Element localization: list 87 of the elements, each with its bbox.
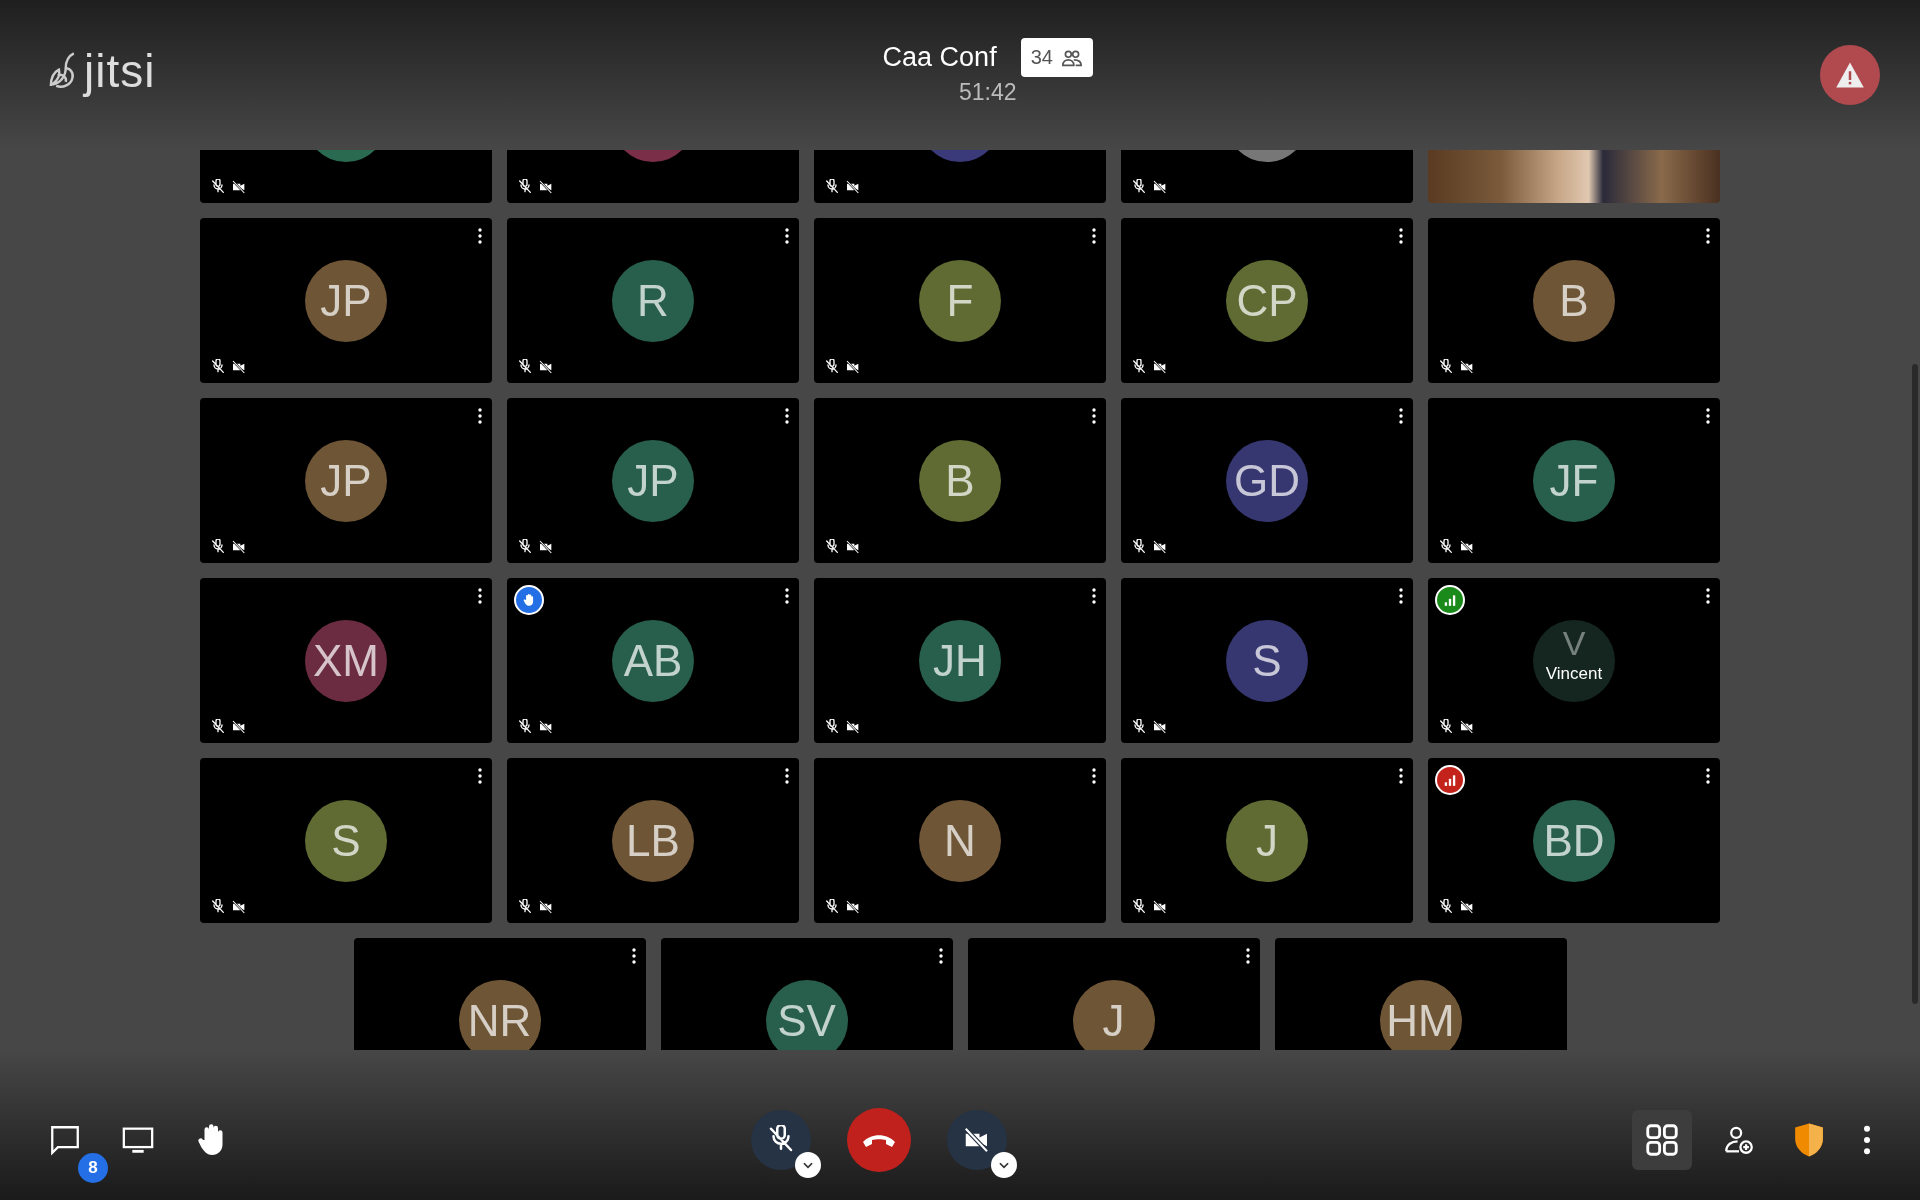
audio-options-button[interactable] [795,1152,821,1178]
participant-tile[interactable]: V Vincent [1428,578,1720,743]
avatar-initials: J [1256,818,1278,863]
video-options-button[interactable] [991,1152,1017,1178]
warning-button[interactable] [1820,45,1880,105]
avatar-initials: N [944,818,976,863]
participant-tile[interactable]: XM [200,578,492,743]
participant-tile[interactable]: HM [1274,938,1567,1050]
more-options-button[interactable] [1245,948,1250,964]
unread-count: 8 [78,1153,108,1183]
more-options-button[interactable] [1706,228,1710,244]
participant-tile[interactable]: BD [1428,758,1720,923]
warning-icon [1835,61,1865,89]
grid-icon [1643,1121,1681,1159]
participant-tile[interactable]: NR [353,938,646,1050]
avatar-initials: B [1559,278,1589,323]
more-options-button[interactable] [785,228,789,244]
avatar-initials: GD [1234,458,1300,503]
meeting-timer: 51:42 [958,79,1017,106]
participant-tile[interactable]: J [967,938,1260,1050]
avatar-initials: JH [933,638,987,683]
avatar-initials: R [637,278,669,323]
participant-tile[interactable]: CP [1121,218,1413,383]
participant-count[interactable]: 34 [1020,38,1093,77]
avatar-initials: AB [623,638,683,683]
more-options-button[interactable] [1092,408,1096,424]
more-options-button[interactable] [631,948,636,964]
more-options-button[interactable] [1399,408,1403,424]
more-options-button[interactable] [1706,768,1710,784]
participant-tile[interactable]: AB [507,578,799,743]
more-options-button[interactable] [478,588,482,604]
participant-tile[interactable]: J [1121,758,1413,923]
more-options-button[interactable] [938,948,943,964]
shield-icon [1792,1122,1826,1158]
avatar-initials: HM [1386,998,1455,1043]
participant-tile[interactable]: GD [1121,398,1413,563]
participant-tile[interactable]: S [1121,578,1413,743]
avatar-initials: JP [320,458,372,503]
more-options-button[interactable] [478,228,482,244]
avatar-initials: F [946,278,974,323]
more-options-button[interactable] [785,768,789,784]
chat-icon [48,1123,82,1157]
more-options-button[interactable] [1092,768,1096,784]
scrollbar-thumb[interactable] [1912,364,1918,1004]
avatar-initials: S [331,818,361,863]
more-options-button[interactable] [1706,588,1710,604]
tile-view-button[interactable] [1632,1110,1692,1170]
more-options-button[interactable] [785,408,789,424]
participant-tile[interactable]: N [814,758,1106,923]
more-options-button[interactable] [1092,588,1096,604]
more-options-button[interactable] [478,408,482,424]
avatar-initials: S [1252,638,1282,683]
avatar-initials: SV [777,998,836,1043]
logo-wordmark: jitsi [84,44,156,98]
participant-tile[interactable]: B [814,398,1106,563]
avatar-initials: V [1562,625,1586,660]
avatar-initials: JP [627,458,679,503]
participant-tile[interactable]: F [814,218,1106,383]
participant-tile[interactable]: JP [507,398,799,563]
participant-tile[interactable]: S [200,758,492,923]
avatar-initials: BD [1543,818,1605,863]
participant-tile[interactable]: JH [814,578,1106,743]
avatar-initials: JP [320,278,372,323]
meeting-title: Caa Conf [882,42,997,73]
more-options-button[interactable] [1399,588,1403,604]
more-options-button[interactable] [1092,228,1096,244]
participant-tile[interactable]: JP [200,398,492,563]
participant-tile[interactable]: B [1428,218,1720,383]
avatar-initials: JF [1549,458,1599,503]
more-options-button[interactable] [1399,228,1403,244]
participant-tile[interactable]: LB [507,758,799,923]
participant-tile[interactable]: R [507,218,799,383]
avatar-initials: CP [1236,278,1298,323]
more-options-button[interactable] [785,588,789,604]
avatar-initials: NR [467,998,532,1043]
participant-tile[interactable]: SV [660,938,953,1050]
more-icon [1862,1125,1872,1155]
participant-tile[interactable]: JF [1428,398,1720,563]
participant-name: Vincent [1545,663,1603,684]
participant-tile[interactable]: JP [200,218,492,383]
avatar-initials: XM [313,638,379,683]
avatar-initials: LB [626,818,680,863]
avatar-initials: J [1102,998,1125,1043]
avatar-initials: B [945,458,975,503]
more-options-button[interactable] [478,768,482,784]
more-options-button[interactable] [1706,408,1710,424]
more-options-button[interactable] [1399,768,1403,784]
